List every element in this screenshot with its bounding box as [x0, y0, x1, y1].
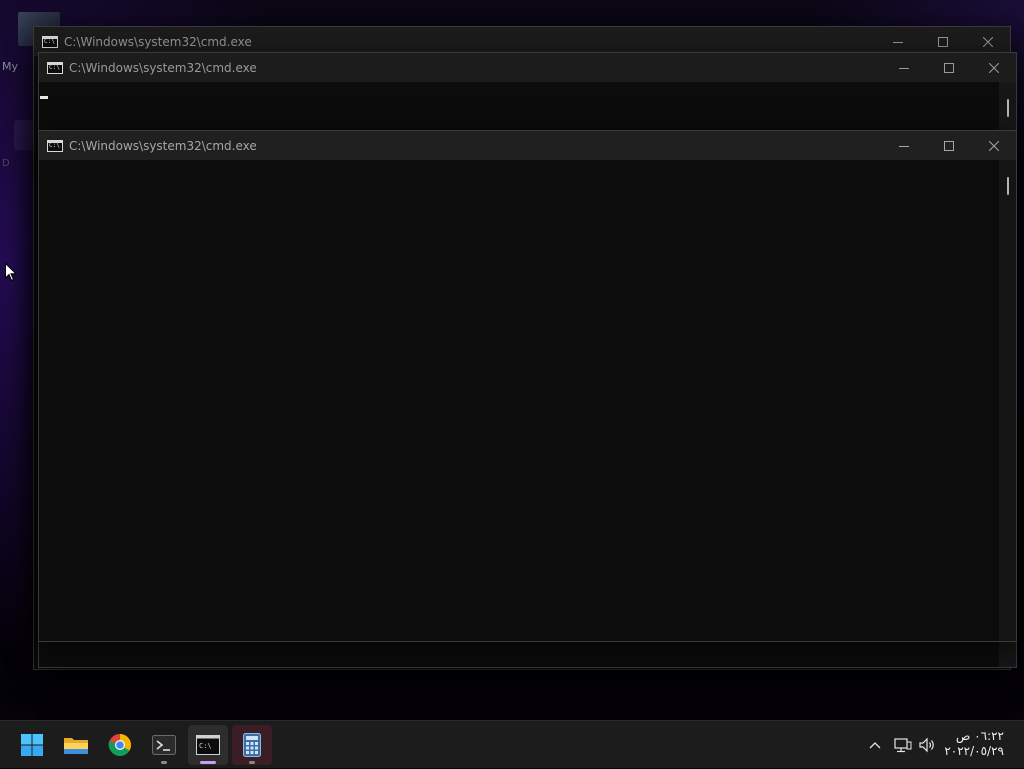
cmd-button[interactable]: C:\	[188, 725, 228, 765]
close-button[interactable]	[971, 53, 1016, 82]
start-button[interactable]	[12, 725, 52, 765]
window-title: C:\Windows\system32\cmd.exe	[64, 34, 252, 49]
chevron-up-icon	[869, 742, 881, 749]
file-explorer-button[interactable]	[56, 725, 96, 765]
close-icon	[982, 36, 993, 47]
clock-date: ٢٠٢٢/٠٥/٢٩	[944, 744, 1004, 758]
windows-logo-icon	[21, 734, 43, 756]
minimize-icon	[898, 145, 909, 147]
network-icon	[894, 738, 912, 753]
cmd-app-icon	[47, 139, 63, 152]
maximize-button[interactable]	[926, 53, 971, 82]
clock-time: ٠٦:٢٢ ص	[955, 729, 1004, 743]
calculator-button[interactable]	[232, 725, 272, 765]
running-indicator	[200, 761, 216, 764]
close-icon	[988, 140, 999, 151]
network-button[interactable]	[892, 721, 914, 769]
chrome-icon	[108, 733, 131, 756]
speaker-icon	[919, 737, 934, 753]
volume-button[interactable]	[916, 721, 938, 769]
maximize-icon	[943, 62, 954, 73]
maximize-button[interactable]	[926, 131, 971, 160]
minimize-icon	[892, 41, 903, 43]
cmd-icon: C:\	[196, 735, 220, 755]
scrollbar-thumb[interactable]	[1007, 99, 1009, 117]
minimize-button[interactable]	[881, 131, 926, 160]
text-cursor	[40, 96, 48, 99]
window-title: C:\Windows\system32\cmd.exe	[69, 138, 257, 153]
calculator-icon	[243, 733, 261, 757]
taskbar: C:\ ٠٦:٢٢ ص ٢٠٢٢/٠٥/٢٩	[0, 720, 1024, 768]
terminal-button[interactable]	[144, 725, 184, 765]
show-hidden-icons-button[interactable]	[864, 721, 886, 769]
close-icon	[988, 62, 999, 73]
chrome-button[interactable]	[100, 725, 140, 765]
svg-text:C:\: C:\	[199, 742, 212, 750]
titlebar[interactable]: C:\Windows\system32\cmd.exe	[39, 53, 1016, 82]
cmd-app-icon	[42, 35, 58, 48]
titlebar[interactable]: C:\Windows\system32\cmd.exe	[39, 131, 1016, 160]
cmd-app-icon	[47, 61, 63, 74]
minimize-icon	[898, 67, 909, 69]
minimize-button[interactable]	[881, 53, 926, 82]
console-area[interactable]	[39, 160, 1016, 641]
desktop-icon-label[interactable]: My	[2, 60, 18, 73]
scrollbar-thumb[interactable]	[1007, 177, 1009, 195]
terminal-icon	[152, 735, 176, 755]
running-indicator	[161, 761, 167, 764]
close-button[interactable]	[971, 131, 1016, 160]
window-title: C:\Windows\system32\cmd.exe	[69, 60, 257, 75]
folder-icon	[64, 738, 88, 754]
desktop-icon-label-2[interactable]: D	[2, 158, 10, 169]
maximize-icon	[943, 140, 954, 151]
maximize-icon	[937, 36, 948, 47]
running-indicator	[249, 761, 255, 764]
mouse-pointer-icon	[5, 263, 17, 282]
clock[interactable]: ٠٦:٢٢ ص ٢٠٢٢/٠٥/٢٩	[944, 729, 1004, 759]
cmd-window-front[interactable]: C:\Windows\system32\cmd.exe	[38, 130, 1017, 642]
scrollbar[interactable]	[999, 160, 1016, 641]
